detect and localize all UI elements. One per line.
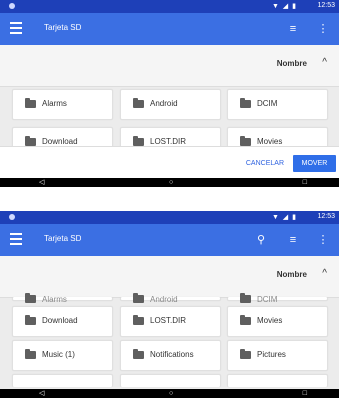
folder-android[interactable]: Android xyxy=(120,89,221,120)
sort-by-name[interactable]: Nombre xyxy=(277,59,307,68)
folder-lost-dir[interactable]: LOST.DIR xyxy=(120,306,221,337)
folder-pictures[interactable]: Pictures xyxy=(227,340,328,371)
folder-icon xyxy=(133,98,144,108)
page-title: Tarjeta SD xyxy=(44,234,82,243)
clock: 12:53 xyxy=(317,2,335,9)
folder-icon xyxy=(240,98,251,108)
folder-alarms[interactable]: Alarms xyxy=(12,293,113,304)
folder-icon xyxy=(240,315,251,325)
folder-icon xyxy=(240,136,251,146)
folder-android[interactable]: Android xyxy=(120,293,221,304)
more-options-icon[interactable]: ⋮ xyxy=(315,232,331,248)
folder-partial[interactable] xyxy=(120,374,221,387)
list-view-icon[interactable]: ≡ xyxy=(285,21,301,37)
folder-name: Movies xyxy=(257,316,283,325)
folder-name: DCIM xyxy=(257,99,278,108)
sort-by-name[interactable]: Nombre xyxy=(277,270,307,279)
folder-name: Android xyxy=(150,295,178,304)
sort-direction-icon[interactable]: ^ xyxy=(322,57,327,68)
sort-bar: Nombre ^ xyxy=(0,45,339,87)
clock: 12:53 xyxy=(317,213,335,220)
folder-icon xyxy=(25,293,36,303)
folder-icon xyxy=(133,315,144,325)
folder-name: Download xyxy=(42,137,78,146)
list-view-icon[interactable]: ≡ xyxy=(285,232,301,248)
folder-icon xyxy=(240,349,251,359)
folder-download[interactable]: Download xyxy=(12,306,113,337)
cancel-button[interactable]: CANCELAR xyxy=(241,156,289,172)
status-bar: ▼ ◢ ▮ 12:53 xyxy=(0,211,339,224)
navigation-bar: ◁ ○ □ xyxy=(0,389,339,398)
folder-icon xyxy=(25,315,36,325)
folder-name: Android xyxy=(150,99,178,108)
folder-name: LOST.DIR xyxy=(150,316,187,325)
app-bar: Tarjeta SD ⚲ ≡ ⋮ xyxy=(0,224,339,256)
folder-name: Movies xyxy=(257,137,283,146)
folder-name: Pictures xyxy=(257,350,286,359)
move-button[interactable]: MOVER xyxy=(293,155,336,172)
folder-name: Alarms xyxy=(42,99,67,108)
divider xyxy=(0,187,339,211)
app-bar: Tarjeta SD ≡ ⋮ xyxy=(0,13,339,45)
folder-name: Notifications xyxy=(150,350,194,359)
folder-movies[interactable]: Movies xyxy=(227,306,328,337)
folder-dcim[interactable]: DCIM xyxy=(227,89,328,120)
folder-music[interactable]: Music (1) xyxy=(12,340,113,371)
page-title: Tarjeta SD xyxy=(44,23,82,32)
action-bar: CANCELAR MOVER xyxy=(0,146,339,179)
signal-icons: ▼ ◢ ▮ xyxy=(271,3,297,10)
screen-browse: ▼ ◢ ▮ 12:53 Tarjeta SD ⚲ ≡ ⋮ Nombre ^ Al… xyxy=(0,211,339,398)
folder-dcim[interactable]: DCIM xyxy=(227,293,328,304)
more-options-icon[interactable]: ⋮ xyxy=(315,21,331,37)
folder-notifications[interactable]: Notifications xyxy=(120,340,221,371)
folder-partial[interactable] xyxy=(227,374,328,387)
back-icon[interactable]: ◁ xyxy=(39,389,44,398)
sort-bar: Nombre ^ xyxy=(0,256,339,298)
folder-name: DCIM xyxy=(257,295,278,304)
notification-icon xyxy=(9,214,15,220)
search-icon[interactable]: ⚲ xyxy=(253,232,269,248)
notification-icon xyxy=(9,3,15,9)
recents-icon[interactable]: □ xyxy=(303,178,307,187)
status-bar: ▼ ◢ ▮ 12:53 xyxy=(0,0,339,13)
folder-icon xyxy=(133,136,144,146)
navigation-bar: ◁ ○ □ xyxy=(0,178,339,187)
folder-name: LOST.DIR xyxy=(150,137,187,146)
folder-icon xyxy=(133,349,144,359)
sort-direction-icon[interactable]: ^ xyxy=(322,268,327,279)
home-icon[interactable]: ○ xyxy=(169,389,173,398)
hamburger-menu-icon[interactable] xyxy=(10,22,22,34)
folder-icon xyxy=(240,293,251,303)
hamburger-menu-icon[interactable] xyxy=(10,233,22,245)
folder-name: Alarms xyxy=(42,295,67,304)
folder-icon xyxy=(25,98,36,108)
recents-icon[interactable]: □ xyxy=(303,389,307,398)
folder-name: Download xyxy=(42,316,78,325)
signal-icons: ▼ ◢ ▮ xyxy=(271,214,297,221)
folder-name: Music (1) xyxy=(42,350,75,359)
folder-partial[interactable] xyxy=(12,374,113,387)
folder-icon xyxy=(25,136,36,146)
folder-icon xyxy=(133,293,144,303)
folder-icon xyxy=(25,349,36,359)
home-icon[interactable]: ○ xyxy=(169,178,173,187)
folder-alarms[interactable]: Alarms xyxy=(12,89,113,120)
screen-move-dialog: ▼ ◢ ▮ 12:53 Tarjeta SD ≡ ⋮ Nombre ^ Alar… xyxy=(0,0,339,187)
back-icon[interactable]: ◁ xyxy=(39,178,44,187)
